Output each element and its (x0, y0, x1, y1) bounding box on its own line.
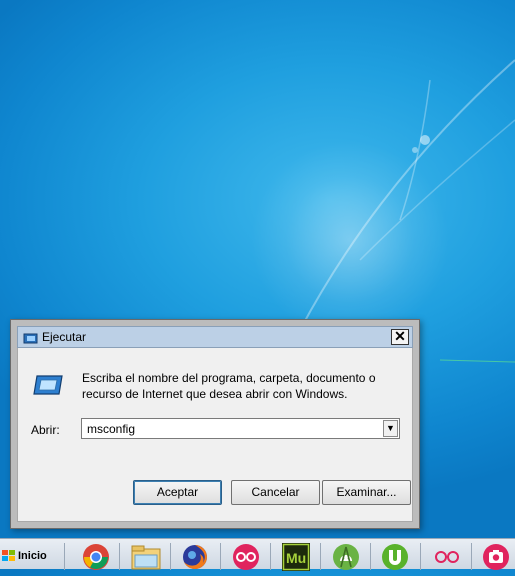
cancel-button[interactable]: Cancelar (231, 480, 320, 505)
taskbar-separator (420, 543, 421, 570)
instructions-text: Escriba el nombre del programa, carpeta,… (82, 371, 376, 401)
firefox-icon[interactable] (181, 543, 209, 571)
dialog-title: Ejecutar (42, 330, 87, 344)
taskbar-separator (64, 543, 65, 570)
open-label: Abrir: (31, 423, 60, 437)
open-input[interactable] (82, 419, 387, 438)
taskbar-separator (471, 543, 472, 570)
run-icon (32, 374, 64, 401)
chevron-down-icon[interactable]: ▼ (383, 420, 398, 437)
close-button[interactable]: ✕ (391, 329, 409, 345)
browse-button[interactable]: Examinar... (322, 480, 411, 505)
taskbar-separator (370, 543, 371, 570)
dialog-body: Escriba el nombre del programa, carpeta,… (17, 348, 413, 522)
taskbar-separator (170, 543, 171, 570)
flickr-icon[interactable] (231, 543, 259, 571)
taskbar: Inicio Mu (0, 538, 515, 571)
dialog-titlebar[interactable]: Ejecutar ✕ (17, 326, 413, 348)
chrome-icon[interactable] (82, 543, 110, 571)
taskbar-separator (320, 543, 321, 570)
flickr-dots-icon[interactable] (432, 543, 460, 571)
run-icon-small (23, 331, 38, 349)
windows-logo-icon (2, 549, 15, 561)
open-combobox[interactable]: ▼ (81, 418, 400, 439)
adobe-muse-icon[interactable]: Mu (282, 543, 310, 571)
android-studio-icon[interactable] (332, 543, 360, 571)
taskbar-separator (119, 543, 120, 570)
camera-app-icon[interactable] (482, 543, 510, 571)
run-dialog: Ejecutar ✕ Escriba el nombre del program… (10, 319, 420, 529)
taskbar-separator (270, 543, 271, 570)
file-explorer-icon[interactable] (131, 543, 161, 571)
taskbar-separator (220, 543, 221, 570)
start-button[interactable]: Inicio (2, 542, 52, 569)
muse-text: Mu (286, 550, 306, 566)
utorrent-icon[interactable] (381, 543, 409, 571)
ok-button[interactable]: Aceptar (133, 480, 222, 505)
start-label: Inicio (18, 549, 47, 562)
